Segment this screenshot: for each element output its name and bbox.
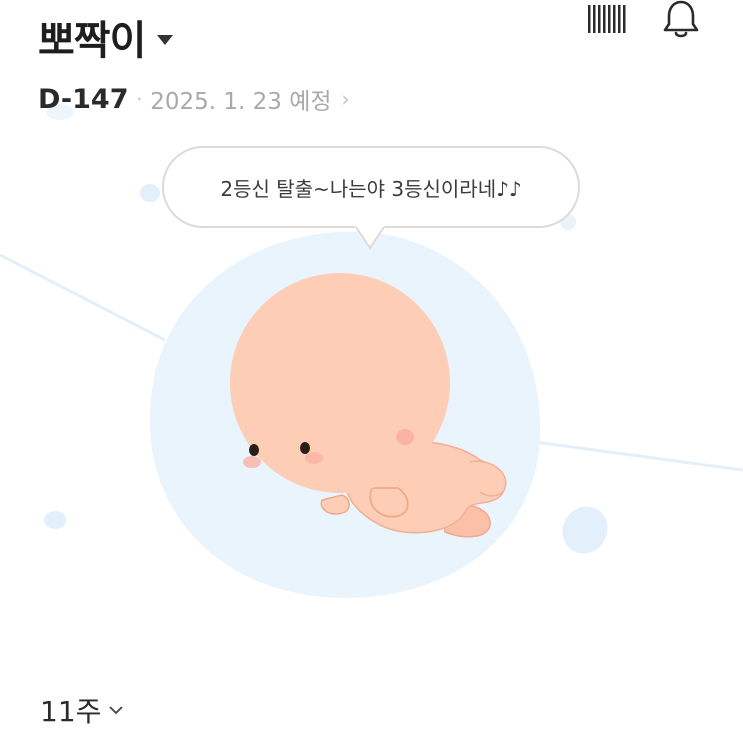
week-selector[interactable]: 11주 xyxy=(40,690,124,730)
baby-name-selector[interactable]: 뽀짝이 xyxy=(38,8,174,66)
due-date-text: 2025. 1. 23 예정 xyxy=(150,89,332,115)
separator-dot: · xyxy=(136,88,143,110)
background-line xyxy=(0,253,166,342)
baby-name: 뽀짝이 xyxy=(38,18,146,64)
baby xyxy=(230,273,507,538)
chevron-down-icon xyxy=(109,706,124,715)
bubble-dot xyxy=(44,511,66,529)
dday-count: D-147 xyxy=(38,83,129,115)
caret-down-icon xyxy=(157,35,174,45)
speech-bubble-tail xyxy=(355,226,385,250)
womb-blob xyxy=(149,231,541,599)
bubble-dot xyxy=(562,506,608,554)
barcode-icon[interactable] xyxy=(585,2,629,36)
speech-bubble-text: 2등신 탈출~나는야 3등신이라네♪♪ xyxy=(220,176,522,201)
bubble-dot xyxy=(140,184,160,202)
speech-bubble: 2등신 탈출~나는야 3등신이라네♪♪ xyxy=(162,146,580,228)
bell-icon[interactable] xyxy=(660,0,702,40)
background-line xyxy=(519,438,743,472)
due-date-link[interactable]: D-147 · 2025. 1. 23 예정 › xyxy=(38,80,350,118)
chevron-right-icon: › xyxy=(341,87,350,111)
week-label: 11주 xyxy=(40,695,102,728)
